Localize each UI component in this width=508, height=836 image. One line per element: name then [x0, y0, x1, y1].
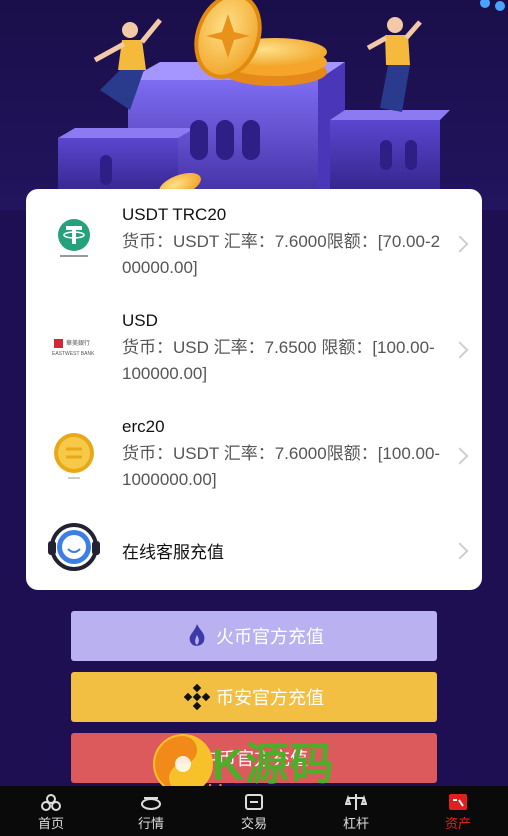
chevron-right-icon [451, 235, 469, 253]
bank-logo-icon: 華美銀行 EASTWEST BANK [46, 321, 102, 377]
tab-home-label: 首页 [37, 816, 64, 831]
recharge-channel-card: USDT TRC20 货币：USDT 汇率：7.6000限额：[70.00-20… [26, 189, 482, 590]
binance-recharge-label: 币安官方充值 [216, 688, 324, 708]
third-recharge-button[interactable]: 中币官方充值 [71, 733, 437, 783]
binance-recharge-button[interactable]: 币安官方充值 [71, 672, 437, 722]
tab-leverage-label: 杠杆 [342, 816, 369, 831]
channel-name: USD [122, 311, 158, 330]
tab-market-label: 行情 [137, 816, 164, 831]
support-label: 在线客服充值 [122, 543, 224, 562]
channel-desc: 货币：USDT 汇率：7.6000限额：[70.00-200000.00] [122, 232, 441, 277]
tab-home[interactable]: 首页 [21, 786, 81, 836]
tab-leverage[interactable]: 杠杆 [326, 786, 386, 836]
leverage-icon [345, 794, 367, 810]
channel-row-usd[interactable]: 華美銀行 EASTWEST BANK USD 货币：USD 汇率：7.6500 … [26, 295, 482, 401]
svg-text:華美銀行: 華美銀行 [66, 339, 90, 347]
tab-market[interactable]: 行情 [121, 786, 181, 836]
trade-icon [245, 794, 263, 810]
third-recharge-label: 中币官方充值 [200, 749, 308, 769]
channel-row-erc20[interactable]: erc20 货币：USDT 汇率：7.6000限额：[100.00-100000… [26, 401, 482, 509]
home-icon [41, 794, 61, 811]
chevron-right-icon [451, 341, 469, 359]
huobi-recharge-button[interactable]: 火币官方充值 [71, 611, 437, 661]
channel-row-online-support[interactable]: 在线客服充值 [26, 509, 482, 590]
bottom-tab-bar: 首页 行情 交易 杠杆 资产 [0, 786, 508, 836]
tether-icon [46, 211, 102, 267]
assets-icon [449, 794, 467, 810]
huobi-recharge-label: 火币官方充值 [216, 627, 324, 647]
channel-name: erc20 [122, 417, 165, 436]
channel-desc: 货币：USDT 汇率：7.6000限额：[100.00-1000000.00] [122, 444, 441, 489]
chevron-right-icon [451, 447, 469, 465]
tab-trade-label: 交易 [240, 816, 267, 831]
binance-icon [184, 684, 210, 710]
channel-name: USDT TRC20 [122, 205, 227, 224]
market-icon [141, 797, 161, 810]
hero-art [58, 0, 505, 210]
flame-icon [184, 623, 210, 649]
tab-trade[interactable]: 交易 [224, 786, 284, 836]
channel-desc: 货币：USD 汇率：7.6500 限额：[100.00-100000.00] [122, 338, 435, 383]
channel-row-usdt-trc20[interactable]: USDT TRC20 货币：USDT 汇率：7.6000限额：[70.00-20… [26, 189, 482, 295]
svg-text:EASTWEST BANK: EASTWEST BANK [52, 351, 95, 357]
tab-assets[interactable]: 资产 [428, 786, 488, 836]
hero-illustration [0, 0, 508, 210]
chevron-right-icon [451, 542, 469, 560]
headset-icon [46, 521, 102, 577]
tab-assets-label: 资产 [444, 816, 471, 831]
gold-coin-icon [46, 427, 102, 483]
